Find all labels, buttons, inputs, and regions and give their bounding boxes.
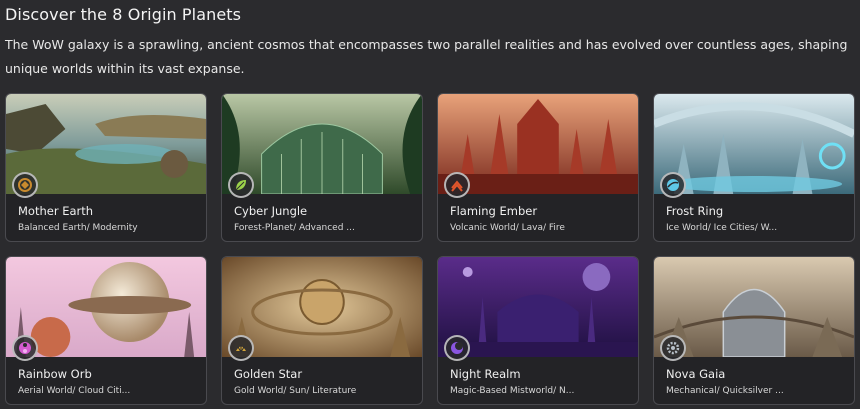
ring-emblem-icon xyxy=(660,172,686,198)
planet-card-rainbow-orb[interactable]: Rainbow Orb Aerial World/ Cloud Citi... xyxy=(5,256,207,405)
planet-name: Rainbow Orb xyxy=(18,367,92,381)
planet-card-mother-earth[interactable]: Mother Earth Balanced Earth/ Modernity xyxy=(5,93,207,242)
planet-name: Night Realm xyxy=(450,367,521,381)
leaf-emblem-icon xyxy=(228,172,254,198)
planet-subtitle: Balanced Earth/ Modernity xyxy=(18,223,138,233)
planet-name: Cyber Jungle xyxy=(234,204,308,218)
planet-subtitle: Aerial World/ Cloud Citi... xyxy=(18,386,131,396)
planet-grid: Mother Earth Balanced Earth/ Modernity C… xyxy=(5,93,855,405)
planet-subtitle: Forest-Planet/ Advanced ... xyxy=(234,223,355,233)
planet-subtitle: Gold World/ Sun/ Literature xyxy=(234,386,357,396)
planet-name: Mother Earth xyxy=(18,204,94,218)
planet-card-flaming-ember[interactable]: Flaming Ember Volcanic World/ Lava/ Fire xyxy=(437,93,639,242)
planet-card-night-realm[interactable]: Night Realm Magic-Based Mistworld/ N... xyxy=(437,256,639,405)
flame-emblem-icon xyxy=(444,172,470,198)
intro-text: The WoW galaxy is a sprawling, ancient c… xyxy=(5,37,848,76)
planet-subtitle: Volcanic World/ Lava/ Fire xyxy=(450,223,565,233)
planet-name: Flaming Ember xyxy=(450,204,538,218)
star-emblem-icon xyxy=(228,335,254,361)
planet-card-golden-star[interactable]: Golden Star Gold World/ Sun/ Literature xyxy=(221,256,423,405)
page-title: Discover the 8 Origin Planets xyxy=(5,5,242,24)
planet-name: Frost Ring xyxy=(666,204,724,218)
planet-card-frost-ring[interactable]: Frost Ring Ice World/ Ice Cities/ W... xyxy=(653,93,855,242)
planet-subtitle: Mechanical/ Quicksilver ... xyxy=(666,386,784,396)
planet-subtitle: Magic-Based Mistworld/ N... xyxy=(450,386,575,396)
planet-name: Golden Star xyxy=(234,367,303,381)
planet-card-cyber-jungle[interactable]: Cyber Jungle Forest-Planet/ Advanced ... xyxy=(221,93,423,242)
planet-card-nova-gaia[interactable]: Nova Gaia Mechanical/ Quicksilver ... xyxy=(653,256,855,405)
earth-emblem-icon xyxy=(12,172,38,198)
orb-emblem-icon xyxy=(12,335,38,361)
gear-emblem-icon xyxy=(660,335,686,361)
planet-subtitle: Ice World/ Ice Cities/ W... xyxy=(666,223,778,233)
moon-emblem-icon xyxy=(444,335,470,361)
planet-name: Nova Gaia xyxy=(666,367,726,381)
